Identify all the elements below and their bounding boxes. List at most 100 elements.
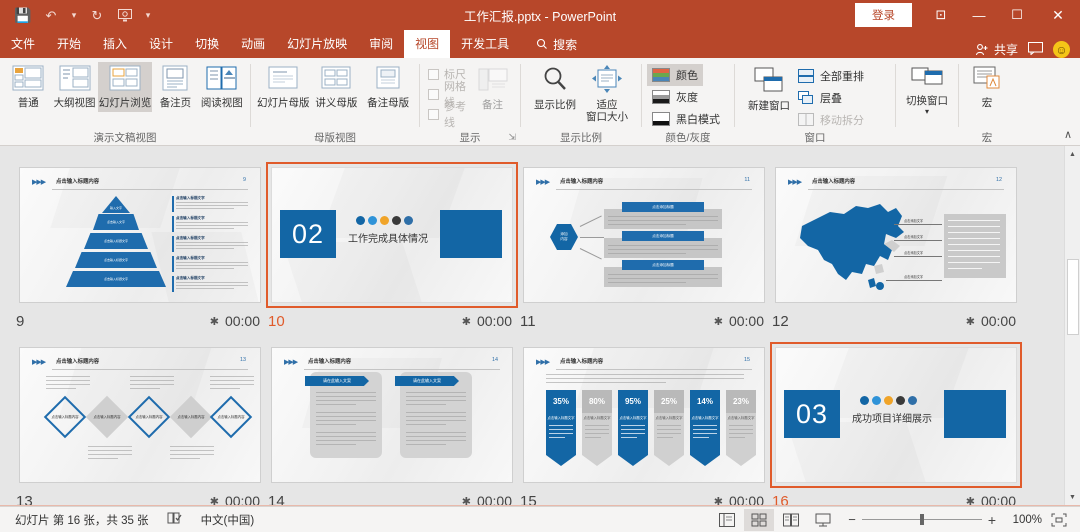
smiley-icon[interactable]: ☺ [1053,41,1070,58]
tab-design[interactable]: 设计 [138,30,184,58]
undo-dropdown-icon[interactable]: ▾ [66,3,82,27]
save-icon[interactable]: 💾 [10,3,36,27]
zoom-button[interactable]: 显示比例 [529,62,581,114]
start-slideshow-icon[interactable] [112,3,138,27]
tab-animations[interactable]: 动画 [230,30,276,58]
zoom-slider-thumb[interactable] [919,514,924,525]
slide-thumbnail-13[interactable]: ▶▶▶ 点击输入标题内容 13 点击输入标题内容 点击输入标题内容 点击输入标题… [19,347,261,483]
slide-thumbnail-9[interactable]: ▶▶▶ 点击输入标题内容 9 输入文字 点击输入文字 点击输入标题文字 点击输入… [19,167,261,303]
slide-thumbnail-14[interactable]: ▶▶▶ 点击输入标题内容 14 请在此输入文案 请在此输入文案 [271,347,513,483]
slideshow-button[interactable] [808,509,838,531]
percent-value-2: 80% [582,390,612,413]
customize-qat-icon[interactable]: ▾ [140,3,156,27]
transition-star-icon[interactable]: ✱ [210,315,219,328]
handout-master-button[interactable]: 讲义母版 [311,62,363,112]
fit-slide-icon[interactable] [1044,509,1074,531]
slide-thumb-wrap-11[interactable]: ▶▶▶ 点击输入标题内容 11 添加 内容 点击添加标题 点击添加标题 点击添加… [518,162,770,308]
normal-view-button[interactable] [712,509,742,531]
zoom-out-button[interactable]: − [848,512,856,527]
view-outline-button[interactable]: 大纲视图 [51,62,97,112]
slide-thumb-wrap-9[interactable]: ▶▶▶ 点击输入标题内容 9 输入文字 点击输入文字 点击输入标题文字 点击输入… [14,162,266,308]
slide-thumbnail-11[interactable]: ▶▶▶ 点击输入标题内容 11 添加 内容 点击添加标题 点击添加标题 点击添加… [523,167,765,303]
tab-file[interactable]: 文件 [0,30,46,58]
maximize-button[interactable]: ☐ [998,0,1036,30]
view-slide-sorter-button[interactable]: 幻灯片浏览 [97,62,153,113]
ribbon-display-options-icon[interactable]: ⊡ [922,0,960,30]
transition-star-icon[interactable]: ✱ [462,315,471,328]
show-dialog-launcher-icon[interactable]: ⇲ [508,130,516,145]
comment-icon[interactable] [1022,41,1049,58]
undo-icon[interactable]: ↶ [38,3,64,27]
slide-cell-10[interactable]: 02 工作完成具体情况 10 ✱ 00:00 [266,162,518,334]
view-normal-button[interactable]: 普通 [5,62,51,112]
search-box[interactable]: 搜索 [520,30,587,58]
guides-checkbox[interactable]: 参考线 [428,101,470,129]
tab-transitions[interactable]: 切换 [184,30,230,58]
move-split-button[interactable]: 移动拆分 [798,109,864,131]
tab-review[interactable]: 审阅 [358,30,404,58]
slide-thumbnail-15[interactable]: ▶▶▶ 点击输入标题内容 15 35% 点击输入标题文字 80% 点击输入标题文… [523,347,765,483]
cascade-button[interactable]: 层叠 [798,87,864,109]
slide-cell-12[interactable]: ▶▶▶ 点击输入标题内容 12 点击添加文字 点击添加文字 点击添加文字 点击添… [770,162,1022,334]
slide-thumb-wrap-15[interactable]: ▶▶▶ 点击输入标题内容 15 35% 点击输入标题文字 80% 点击输入标题文… [518,342,770,488]
notes-pane-button[interactable]: 备注 [470,64,515,114]
handout-master-label: 讲义母版 [315,97,358,110]
redo-icon[interactable]: ↻ [84,3,110,27]
fit-to-window-button[interactable]: 适应 窗口大小 [581,62,633,126]
scrollbar-track[interactable] [1064,163,1080,489]
handout-master-icon [320,65,352,94]
slide-cell-9[interactable]: ▶▶▶ 点击输入标题内容 9 输入文字 点击输入文字 点击输入标题文字 点击输入… [14,162,266,334]
spellcheck-icon[interactable] [158,511,192,528]
zoom-level-label[interactable]: 100% [1006,514,1042,526]
close-button[interactable]: ✕ [1036,0,1080,30]
slide-header-title: 点击输入标题内容 [308,359,352,365]
slide-master-button[interactable]: 幻灯片母版 [256,62,311,112]
language-status[interactable]: 中文(中国) [192,512,264,528]
slide-thumb-wrap-16[interactable]: 03 成功项目详细展示 [770,342,1022,488]
vertical-scrollbar[interactable]: ▲ ▼ [1064,146,1080,506]
slide-thumb-wrap-13[interactable]: ▶▶▶ 点击输入标题内容 13 点击输入标题内容 点击输入标题内容 点击输入标题… [14,342,266,488]
slide-cell-14[interactable]: ▶▶▶ 点击输入标题内容 14 请在此输入文案 请在此输入文案 14 ✱ 00:… [266,342,518,506]
blackwhite-mode-button[interactable]: 黑白模式 [647,108,725,130]
tab-insert[interactable]: 插入 [92,30,138,58]
slide-cell-16[interactable]: 03 成功项目详细展示 16 ✱ 00:00 [770,342,1022,506]
notes-master-button[interactable]: 备注母版 [362,62,414,112]
view-reading-button[interactable]: 阅读视图 [199,62,245,112]
new-window-button[interactable]: 新建窗口 [740,63,798,115]
slide-cell-11[interactable]: ▶▶▶ 点击输入标题内容 11 添加 内容 点击添加标题 点击添加标题 点击添加… [518,162,770,334]
grayscale-mode-button[interactable]: 灰度 [647,86,703,108]
zoom-control[interactable]: − + [840,512,1004,528]
collapse-ribbon-button[interactable]: ∧ [1064,128,1072,141]
slide-thumbnail-16[interactable]: 03 成功项目详细展示 [775,347,1017,483]
view-notes-page-button[interactable]: 备注页 [152,62,198,112]
macros-button[interactable]: 宏 [964,62,1010,112]
sign-in-button[interactable]: 登录 [855,3,912,27]
slide-thumb-wrap-10[interactable]: 02 工作完成具体情况 [266,162,518,308]
color-mode-button[interactable]: 颜色 [647,64,703,86]
slide-cell-15[interactable]: ▶▶▶ 点击输入标题内容 15 35% 点击输入标题文字 80% 点击输入标题文… [518,342,770,506]
scrollbar-thumb[interactable] [1066,259,1079,335]
share-button[interactable]: 共享 [975,41,1018,58]
slide-count-status[interactable]: 幻灯片 第 16 张，共 35 张 [6,512,158,528]
percent-banner-1: 35% 点击输入标题文字 [546,390,576,466]
tab-slideshow[interactable]: 幻灯片放映 [276,30,358,58]
transition-star-icon[interactable]: ✱ [714,315,723,328]
tab-home[interactable]: 开始 [46,30,92,58]
tab-developer[interactable]: 开发工具 [450,30,520,58]
arrange-all-button[interactable]: 全部重排 [798,65,864,87]
slide-sorter-view-button[interactable] [744,508,775,531]
transition-star-icon[interactable]: ✱ [966,315,975,328]
switch-windows-button[interactable]: 切换窗口 ▾ [901,62,953,119]
slide-thumb-wrap-14[interactable]: ▶▶▶ 点击输入标题内容 14 请在此输入文案 请在此输入文案 [266,342,518,488]
tab-view[interactable]: 视图 [404,30,451,58]
slide-thumb-wrap-12[interactable]: ▶▶▶ 点击输入标题内容 12 点击添加文字 点击添加文字 点击添加文字 点击添… [770,162,1022,308]
scroll-up-button[interactable]: ▲ [1064,146,1080,163]
slide-thumbnail-10[interactable]: 02 工作完成具体情况 [271,167,513,303]
zoom-slider-track[interactable] [861,514,982,525]
scroll-down-button[interactable]: ▼ [1064,489,1080,506]
minimize-button[interactable]: — [960,0,998,30]
slide-thumbnail-12[interactable]: ▶▶▶ 点击输入标题内容 12 点击添加文字 点击添加文字 点击添加文字 点击添… [775,167,1017,303]
reading-view-button[interactable] [776,509,806,531]
zoom-in-button[interactable]: + [988,512,996,528]
slide-cell-13[interactable]: ▶▶▶ 点击输入标题内容 13 点击输入标题内容 点击输入标题内容 点击输入标题… [14,342,266,506]
